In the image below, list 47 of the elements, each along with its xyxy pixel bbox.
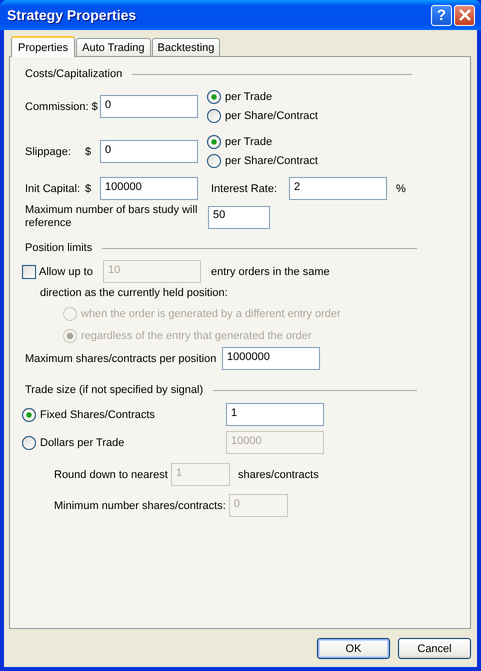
init-capital-field[interactable]: 100000: [100, 177, 198, 200]
trade-size-field[interactable]: 1: [226, 403, 324, 426]
option-label: per Trade: [225, 136, 272, 148]
window-title: Strategy Properties: [6, 7, 138, 23]
section-heading: Costs/Capitalization: [25, 68, 122, 80]
max-shares-label: Maximum shares/contracts per position: [25, 352, 218, 364]
interest-rate-field[interactable]: 2: [289, 177, 387, 200]
option-label: Fixed Shares/Contracts: [40, 408, 156, 420]
init-capital-label: Init Capital:: [25, 182, 82, 194]
tab[interactable]: Auto Trading: [76, 38, 151, 56]
radio-button[interactable]: [207, 109, 221, 123]
radio-button[interactable]: [207, 90, 221, 104]
option-label: per Trade: [225, 91, 272, 103]
option-label: when the order is generated by a different entry order: [81, 308, 341, 320]
max-bars-label: Maximum number of bars study will reference: [25, 204, 198, 230]
tab[interactable]: Properties: [11, 36, 76, 57]
commission-field[interactable]: 0: [100, 95, 198, 118]
section-heading: Position limits: [25, 242, 92, 254]
help-button[interactable]: ?: [431, 4, 452, 26]
max-shares-field[interactable]: 1000000: [222, 347, 320, 370]
dialog-button[interactable]: OK: [317, 638, 390, 659]
radio-button[interactable]: [207, 135, 221, 149]
percent-label: %: [396, 182, 406, 194]
shares-label: shares/contracts: [238, 468, 319, 480]
option-label: Dollars per Trade: [40, 436, 126, 448]
slippage-field[interactable]: 0: [100, 140, 198, 163]
allow-label: Allow up to: [39, 266, 94, 278]
interest-rate-label: Interest Rate:: [211, 182, 278, 194]
currency-label: $: [85, 146, 92, 158]
close-button[interactable]: [454, 4, 475, 26]
round-down-label: Round down to nearest: [54, 468, 169, 480]
direction-label: direction as the currently held position:: [40, 287, 228, 299]
dialog-button[interactable]: Cancel: [398, 638, 471, 659]
commission-label: Commission: $: [25, 100, 99, 112]
slippage-label: Slippage:: [25, 146, 72, 158]
close-icon: [458, 8, 472, 22]
entry-orders-label: entry orders in the same: [211, 266, 330, 278]
option-label: per Share/Contract: [225, 110, 318, 122]
currency-label: $: [85, 182, 92, 194]
tab[interactable]: Backtesting: [152, 38, 220, 56]
radio-button[interactable]: [22, 408, 36, 422]
minimum-label: Minimum number shares/contracts:: [54, 500, 226, 512]
max-bars-field[interactable]: 50: [208, 206, 270, 228]
radio-button[interactable]: [207, 154, 221, 168]
option-label: per Share/Contract: [225, 155, 318, 167]
section-heading: Trade size (if not specified by signal): [25, 384, 204, 396]
option-label: regardless of the entry that generated the order: [81, 330, 312, 342]
